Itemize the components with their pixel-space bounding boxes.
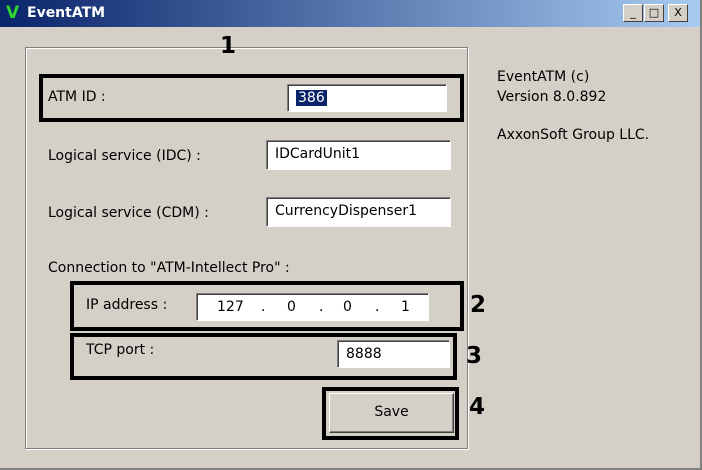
callout-4: 4 bbox=[469, 394, 486, 420]
idc-label: Logical service (IDC) : bbox=[48, 148, 201, 164]
cdm-label: Logical service (CDM) : bbox=[48, 205, 209, 221]
callout-3: 3 bbox=[466, 343, 483, 369]
connection-label: Connection to "ATM-Intellect Pro" : bbox=[48, 260, 290, 276]
eventatm-window: V EventATM _ □ X ATM ID : 386 1 Logical … bbox=[0, 0, 702, 470]
product-name: EventATM (c) bbox=[497, 69, 590, 85]
cdm-field[interactable]: CurrencyDispenser1 bbox=[266, 197, 451, 227]
version-text: Version 8.0.892 bbox=[497, 89, 607, 105]
highlight-box-3 bbox=[70, 333, 457, 380]
company-text: AxxonSoft Group LLC. bbox=[497, 127, 650, 143]
idc-field[interactable]: IDCardUnit1 bbox=[266, 140, 451, 170]
title-bar[interactable]: V EventATM _ □ X bbox=[0, 0, 700, 27]
callout-1: 1 bbox=[220, 33, 237, 59]
minimize-button[interactable]: _ bbox=[623, 4, 643, 22]
app-icon: V bbox=[6, 3, 20, 23]
highlight-box-4 bbox=[322, 387, 459, 440]
highlight-box-1 bbox=[39, 74, 464, 122]
window-title: EventATM bbox=[27, 5, 106, 21]
highlight-box-2 bbox=[70, 281, 464, 331]
close-button[interactable]: X bbox=[668, 4, 688, 22]
callout-2: 2 bbox=[470, 292, 487, 318]
maximize-button[interactable]: □ bbox=[644, 4, 664, 22]
